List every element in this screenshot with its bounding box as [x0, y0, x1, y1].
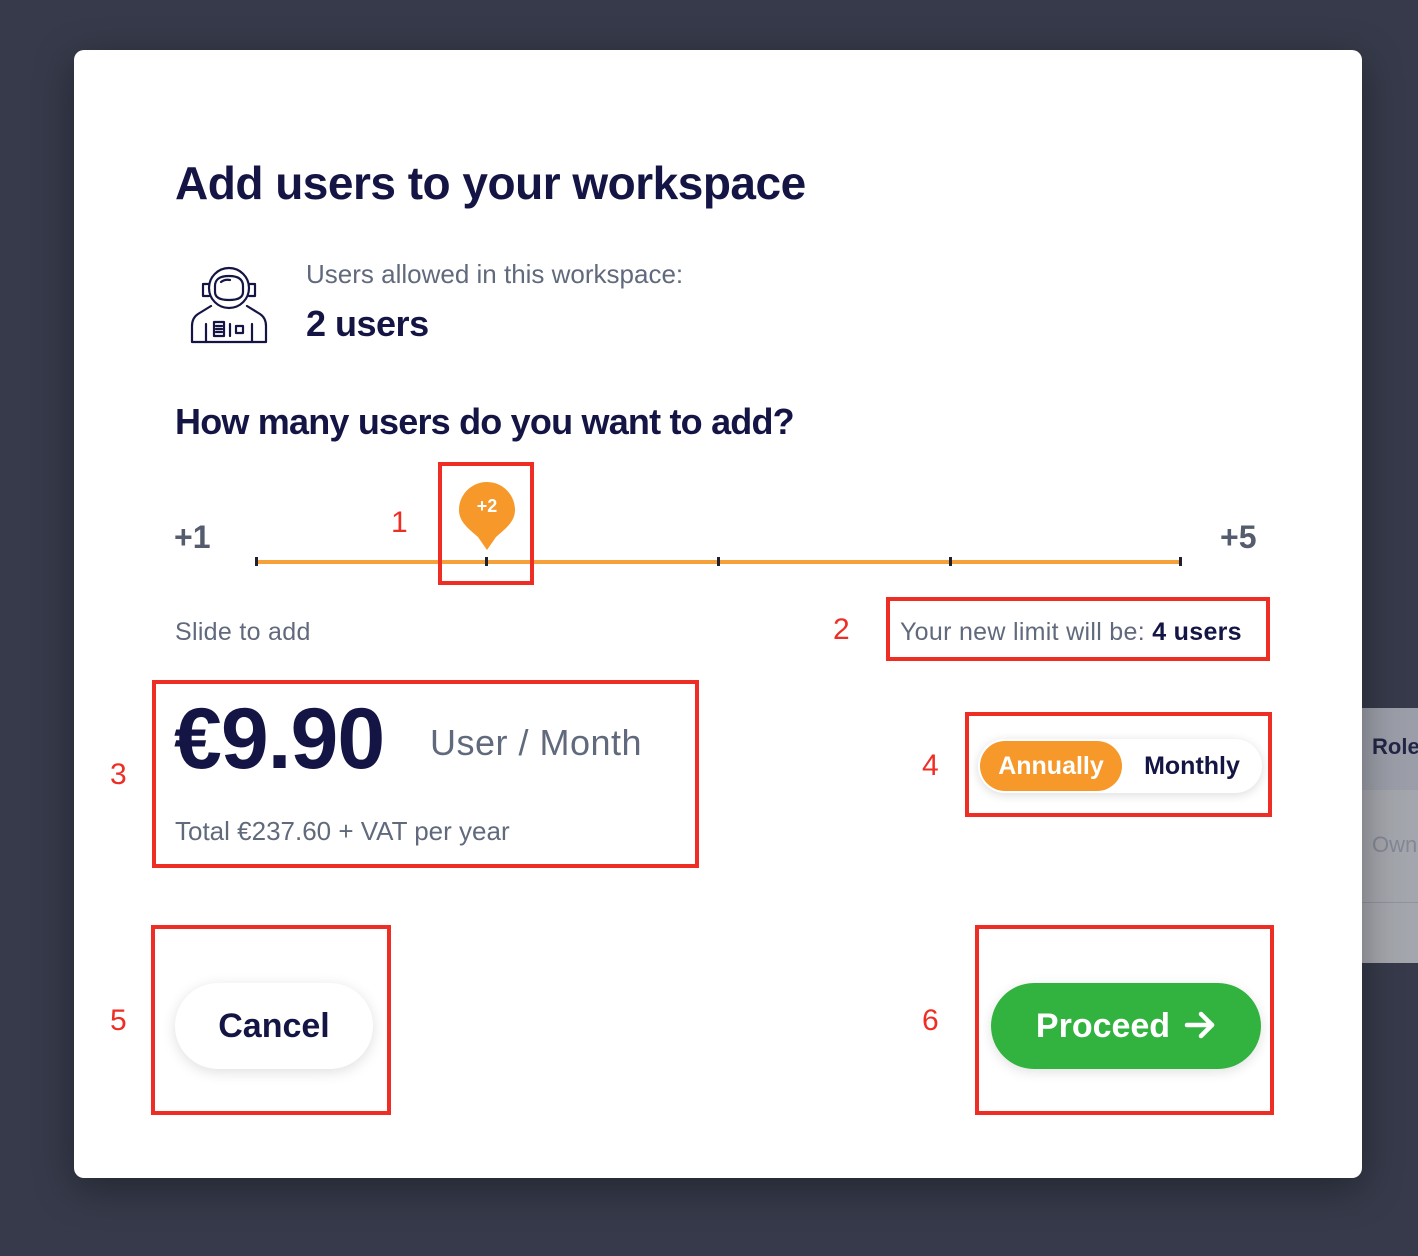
annotation-number-2: 2 [833, 613, 850, 646]
slider-max-label: +5 [1220, 519, 1257, 555]
users-allowed-label: Users allowed in this workspace: [306, 259, 684, 289]
annotation-number-6: 6 [922, 1004, 939, 1037]
background-table-header-role: Role [1372, 734, 1418, 759]
background-table: Role Owner [1362, 708, 1418, 963]
annotation-number-1: 1 [391, 506, 408, 539]
background-table-header: Role [1362, 708, 1418, 790]
annotation-box-5 [151, 925, 391, 1115]
annotation-box-4 [965, 712, 1272, 817]
astronaut-icon [190, 266, 268, 344]
slider-tick [717, 557, 720, 566]
slide-hint: Slide to add [175, 618, 311, 646]
background-table-divider [1362, 902, 1418, 903]
slider-tick [255, 557, 258, 566]
users-allowed-value: 2 users [306, 303, 429, 344]
background-table-cell-owner: Owner [1372, 832, 1418, 857]
modal-title: Add users to your workspace [175, 157, 806, 209]
annotation-box-2 [886, 597, 1270, 661]
slider-tick [949, 557, 952, 566]
annotation-box-1 [438, 462, 534, 585]
annotation-box-6 [975, 925, 1274, 1115]
slider-min-label: +1 [174, 519, 211, 555]
annotation-number-5: 5 [110, 1004, 127, 1037]
annotation-box-3 [152, 680, 699, 868]
add-users-question: How many users do you want to add? [175, 401, 795, 442]
slider-tick [1179, 557, 1182, 566]
annotation-number-3: 3 [110, 758, 127, 791]
annotation-number-4: 4 [922, 749, 939, 782]
